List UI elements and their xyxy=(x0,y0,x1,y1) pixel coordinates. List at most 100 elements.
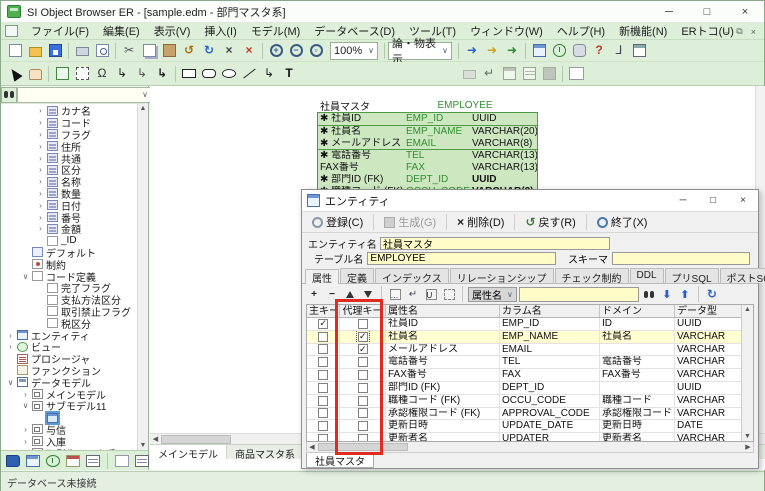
dialog-title-bar[interactable]: エンティティ ─ □ × xyxy=(302,190,758,211)
domain-cell[interactable]: 電話番号 xyxy=(600,356,675,368)
frame-button[interactable] xyxy=(441,286,457,302)
ellipse-tool-button[interactable] xyxy=(219,64,239,83)
domain-cell[interactable]: 社員名 xyxy=(600,331,675,343)
entity-name-input[interactable] xyxy=(380,237,610,250)
open-button[interactable] xyxy=(25,41,45,60)
menu-item-8[interactable]: ヘルプ(H) xyxy=(550,22,612,40)
chevron-collapsed-icon[interactable]: › xyxy=(34,224,47,233)
dictionary-button[interactable] xyxy=(4,451,22,470)
add-row-button[interactable]: + xyxy=(306,286,322,302)
attribute-name-cell[interactable]: 電話番号 xyxy=(386,356,500,368)
dialog-tab-プリSQL[interactable]: プリSQL xyxy=(665,268,719,283)
select-tool-button[interactable] xyxy=(5,64,25,83)
attribute-name-cell[interactable]: 社員ID xyxy=(386,318,500,330)
menu-item-1[interactable]: 編集(E) xyxy=(96,22,147,40)
subtype-tool-button[interactable] xyxy=(72,64,92,83)
chevron-collapsed-icon[interactable]: › xyxy=(34,201,47,210)
attribute-name-cell[interactable]: 社員名 xyxy=(386,331,500,343)
elbow-line-tool-button[interactable]: ↳ xyxy=(259,64,279,83)
undo-button[interactable]: ↺ xyxy=(179,41,199,60)
chevron-collapsed-icon[interactable]: › xyxy=(34,154,47,163)
menu-item-3[interactable]: 挿入(I) xyxy=(197,22,243,40)
tree-item-エンティティ[interactable]: ›エンティティ xyxy=(1,329,148,341)
dialog-tab-リレーションシップ[interactable]: リレーションシップ xyxy=(450,268,554,283)
chevron-collapsed-icon[interactable]: › xyxy=(34,142,47,151)
attribute-name-cell[interactable]: 承認権限コード (FK) xyxy=(386,408,500,420)
entity-tool-button[interactable] xyxy=(52,64,72,83)
delete-button[interactable]: × xyxy=(219,41,239,60)
dialog-revert-button[interactable]: ↺戻す(R) xyxy=(520,213,580,231)
domain-button[interactable]: U xyxy=(423,286,439,302)
domain-cell[interactable]: 職種コード xyxy=(600,395,675,407)
rectangle-tool-button[interactable] xyxy=(179,64,199,83)
menu-item-9[interactable]: 新機能(N) xyxy=(612,22,674,40)
grid-header-ドメイン[interactable]: ドメイン xyxy=(600,305,675,317)
scrollbar-thumb[interactable] xyxy=(161,435,231,444)
tree-item-デフォルト[interactable]: デフォルト xyxy=(1,247,148,259)
scroll-up-icon[interactable]: ▲ xyxy=(744,306,751,313)
chevron-collapsed-icon[interactable]: › xyxy=(34,130,47,139)
save-button[interactable] xyxy=(45,41,65,60)
line-tool-button[interactable] xyxy=(239,64,259,83)
document-icon[interactable] xyxy=(5,25,18,37)
attribute-name-cell[interactable]: FAX番号 xyxy=(386,369,500,381)
model-tab-メインモデル[interactable]: メインモデル xyxy=(150,445,227,459)
data-type-cell[interactable]: DATE xyxy=(675,420,743,432)
many-to-many-relation-button[interactable]: ↳ xyxy=(152,64,172,83)
chevron-collapsed-icon[interactable]: › xyxy=(19,437,32,446)
tree-item-サブモデル11[interactable]: ∨サブモデル11 xyxy=(1,400,148,412)
remove-object-button[interactable]: × xyxy=(239,41,259,60)
menu-item-2[interactable]: 表示(V) xyxy=(147,22,198,40)
column-name-cell[interactable]: TEL xyxy=(500,356,600,368)
branch-button[interactable]: ⅃ xyxy=(609,41,629,60)
redo-button[interactable]: ↻ xyxy=(199,41,219,60)
close-button[interactable]: × xyxy=(726,1,764,23)
attribute-filter-input[interactable] xyxy=(519,287,639,302)
chevron-collapsed-icon[interactable]: › xyxy=(34,118,47,127)
search-column-select[interactable]: 属性名 ∨ xyxy=(468,287,517,302)
menu-item-0[interactable]: ファイル(F) xyxy=(24,22,96,40)
grid-header-カラム名[interactable]: カラム名 xyxy=(500,305,600,317)
dialog-close-button[interactable]: × xyxy=(728,190,758,211)
data-type-cell[interactable]: VARCHAR xyxy=(675,433,743,442)
report-button[interactable] xyxy=(459,64,479,83)
mdi-close-button[interactable]: × xyxy=(751,27,756,37)
zoom-fit-button[interactable]: ▫ xyxy=(306,41,326,60)
export-button[interactable]: ➜ xyxy=(482,41,502,60)
zoom-in-button[interactable]: + xyxy=(266,41,286,60)
chevron-collapsed-icon[interactable]: › xyxy=(34,165,47,174)
column-name-cell[interactable]: OCCU_CODE xyxy=(500,395,600,407)
menu-item-5[interactable]: データベース(D) xyxy=(307,22,402,40)
print-button[interactable] xyxy=(72,41,92,60)
pk-checkbox[interactable] xyxy=(318,396,328,406)
data-type-cell[interactable]: VARCHAR xyxy=(675,395,743,407)
blank-page-button[interactable] xyxy=(566,64,586,83)
find-button[interactable] xyxy=(1,87,17,103)
page-view-button[interactable] xyxy=(113,451,131,470)
update-button[interactable] xyxy=(499,64,519,83)
new-button[interactable] xyxy=(5,41,25,60)
data-type-cell[interactable]: VARCHAR xyxy=(675,356,743,368)
column-name-cell[interactable]: UPDATE_DATE xyxy=(500,420,600,432)
print-preview-button[interactable] xyxy=(92,41,112,60)
copy-button[interactable] xyxy=(139,41,159,60)
identifying-relation-button[interactable]: ↳ xyxy=(112,64,132,83)
tree-scrollbar[interactable]: ▲▼ xyxy=(137,104,148,450)
entity-list-button[interactable] xyxy=(529,41,549,60)
domain-cell[interactable]: 更新者名 xyxy=(600,433,675,442)
domain-cell[interactable] xyxy=(600,382,675,394)
tree-item-取引先マスタ系[interactable]: ›取引先マスタ系 xyxy=(1,447,148,450)
domain-cell[interactable]: FAX番号 xyxy=(600,369,675,381)
pk-checkbox[interactable] xyxy=(318,421,328,431)
refresh-button[interactable]: ↻ xyxy=(704,286,720,302)
tree-item[interactable] xyxy=(1,412,148,424)
data-type-cell[interactable]: UUID xyxy=(675,318,743,330)
non-identifying-relation-button[interactable]: ↳ xyxy=(132,64,152,83)
dialog-tab-定義[interactable]: 定義 xyxy=(340,268,374,283)
chevron-expanded-icon[interactable]: ∨ xyxy=(19,272,32,281)
scroll-right-icon[interactable]: ▶ xyxy=(743,443,753,451)
scroll-left-icon[interactable]: ◀ xyxy=(307,443,317,451)
dialog-tab-DDL[interactable]: DDL xyxy=(630,268,664,283)
scroll-down-icon[interactable]: ▼ xyxy=(140,442,147,449)
dialog-delete-button[interactable]: ×削除(D) xyxy=(452,213,509,231)
